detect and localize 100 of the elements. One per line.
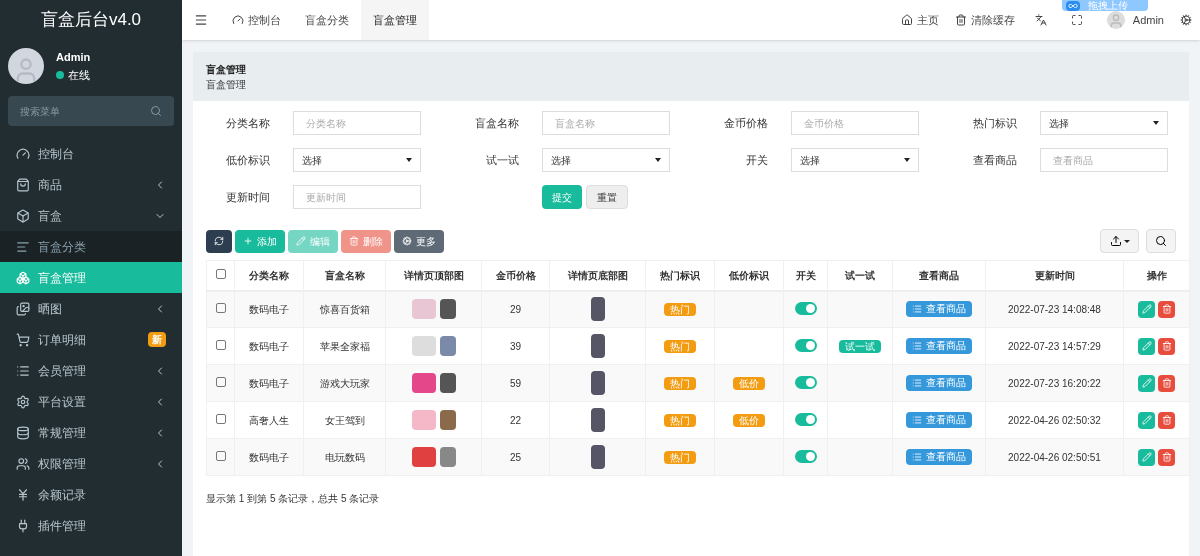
edit-button[interactable] bbox=[1138, 448, 1155, 466]
edit-button[interactable] bbox=[1138, 337, 1155, 355]
text-field[interactable]: 查看商品 bbox=[1040, 148, 1168, 172]
text-field[interactable]: 盲盒名称 bbox=[542, 111, 670, 135]
edit-button[interactable] bbox=[1138, 300, 1155, 318]
filter-label: 试一试 bbox=[485, 152, 519, 168]
sidebar-item[interactable]: 会员管理 bbox=[0, 355, 182, 386]
photo-placeholder bbox=[411, 447, 436, 467]
list-icon bbox=[912, 303, 922, 314]
table-cell: 电玩数码 bbox=[303, 438, 386, 476]
column-header: 盲盒名称 bbox=[303, 260, 386, 291]
toggle-switch[interactable] bbox=[794, 338, 817, 352]
sidebar-item[interactable]: 盲盒 bbox=[0, 200, 182, 231]
tag: 低价 bbox=[733, 376, 765, 390]
toggle-switch[interactable] bbox=[794, 301, 817, 315]
nav-tab[interactable]: 控制台 bbox=[220, 0, 293, 40]
filter-label: 更新时间 bbox=[225, 189, 270, 205]
delete-button[interactable] bbox=[1158, 411, 1175, 429]
trash-icon bbox=[1161, 341, 1172, 351]
sidebar-item[interactable]: 盲盒分类 bbox=[0, 231, 182, 262]
sidebar-item[interactable]: 常规管理 bbox=[0, 417, 182, 448]
table-cell: 数码电子 bbox=[234, 290, 304, 328]
sidebar-item[interactable]: 晒图 bbox=[0, 293, 182, 324]
column-header: 分类名称 bbox=[234, 260, 304, 291]
export-button[interactable] bbox=[1100, 229, 1139, 253]
photo-placeholder bbox=[411, 373, 436, 393]
checkbox[interactable] bbox=[215, 302, 226, 313]
sidebar-item[interactable]: 订单明细 新 bbox=[0, 324, 182, 355]
checkbox[interactable] bbox=[215, 339, 226, 350]
sidebar-item[interactable]: 权限管理 bbox=[0, 448, 182, 479]
more-button[interactable]: 更多 bbox=[394, 229, 444, 253]
top-link[interactable]: 主页 bbox=[892, 11, 947, 29]
select-field[interactable]: 选择 bbox=[1040, 111, 1168, 135]
refresh-icon bbox=[214, 236, 224, 246]
select-field[interactable]: 选择 bbox=[791, 148, 919, 172]
toggle-switch[interactable] bbox=[794, 449, 817, 463]
panel-subtitle: 盲盒管理 bbox=[206, 78, 247, 92]
photo-placeholder bbox=[411, 410, 436, 430]
select-field[interactable]: 选择 bbox=[293, 148, 421, 172]
home-icon bbox=[900, 14, 913, 26]
fullscreen-icon[interactable] bbox=[1070, 14, 1083, 26]
panel-title: 盲盒管理 bbox=[206, 63, 247, 77]
select-field[interactable]: 选择 bbox=[542, 148, 670, 172]
translate-icon[interactable] bbox=[1034, 14, 1047, 26]
tag: 热门 bbox=[664, 376, 696, 390]
settings-icon[interactable] bbox=[1180, 14, 1192, 26]
top-link[interactable]: 清除缓存 bbox=[946, 11, 1023, 29]
sidebar-item[interactable]: 余额记录 bbox=[0, 479, 182, 510]
table-cell: 29 bbox=[481, 290, 550, 328]
trash-icon bbox=[1161, 378, 1172, 388]
text-field[interactable]: 更新时间 bbox=[293, 185, 421, 209]
plus-icon bbox=[243, 236, 253, 246]
export-icon bbox=[1109, 235, 1122, 247]
checkbox[interactable] bbox=[215, 268, 226, 279]
nav-tab[interactable]: 盲盒管理 bbox=[361, 0, 429, 40]
pencil-icon bbox=[1141, 415, 1152, 425]
column-header: 低价标识 bbox=[714, 260, 784, 291]
table-cell: 女王驾到 bbox=[303, 401, 386, 439]
text-field[interactable]: 分类名称 bbox=[293, 111, 421, 135]
checkbox[interactable] bbox=[215, 450, 226, 461]
pencil-icon bbox=[1141, 341, 1152, 351]
sidebar-item[interactable]: 平台设置 bbox=[0, 386, 182, 417]
sidebar-item[interactable]: 插件管理 bbox=[0, 510, 182, 541]
delete-button[interactable] bbox=[1158, 374, 1175, 392]
gauge-icon bbox=[232, 14, 244, 26]
tag: 热门 bbox=[664, 339, 696, 353]
pencil-icon bbox=[1141, 378, 1152, 388]
user-name[interactable]: Admin bbox=[1132, 11, 1164, 29]
table-cell: 数码电子 bbox=[234, 327, 304, 365]
reset-button[interactable]: 重置 bbox=[586, 185, 628, 209]
table-cell: 22 bbox=[481, 401, 550, 439]
table-cell: 惊喜百货箱 bbox=[303, 290, 386, 328]
edit-button[interactable] bbox=[1138, 374, 1155, 392]
photo-placeholder bbox=[411, 299, 436, 320]
checkbox[interactable] bbox=[215, 376, 226, 387]
delete-button[interactable] bbox=[1158, 448, 1175, 466]
checkbox[interactable] bbox=[215, 413, 226, 424]
search-icon bbox=[1155, 235, 1167, 247]
photo-placeholder bbox=[590, 408, 605, 432]
pencil-icon bbox=[296, 236, 306, 246]
column-header: 开关 bbox=[783, 260, 828, 291]
edit-button[interactable] bbox=[1138, 411, 1155, 429]
table-cell: 2022-07-23 14:08:48 bbox=[985, 290, 1124, 328]
menu-search-field[interactable]: 搜索菜单 bbox=[8, 96, 174, 126]
sidebar-item[interactable]: 商品 bbox=[0, 169, 182, 200]
table-cell: 25 bbox=[481, 438, 550, 476]
sidebar-item[interactable]: 控制台 bbox=[0, 138, 182, 169]
delete-button[interactable] bbox=[1158, 337, 1175, 355]
delete-button[interactable] bbox=[1158, 300, 1175, 318]
toggle-switch[interactable] bbox=[794, 375, 817, 389]
photo-placeholder bbox=[590, 371, 605, 395]
search-button[interactable] bbox=[1146, 229, 1176, 253]
text-field[interactable]: 金币价格 bbox=[791, 111, 919, 135]
nav-tab[interactable]: 盲盒分类 bbox=[293, 0, 361, 40]
filter-label: 低价标识 bbox=[225, 152, 270, 168]
list-icon bbox=[912, 340, 922, 351]
toggle-switch[interactable] bbox=[794, 412, 817, 426]
list-icon bbox=[912, 377, 922, 388]
filter-label: 金币价格 bbox=[723, 115, 768, 131]
refresh-button[interactable] bbox=[206, 229, 232, 253]
